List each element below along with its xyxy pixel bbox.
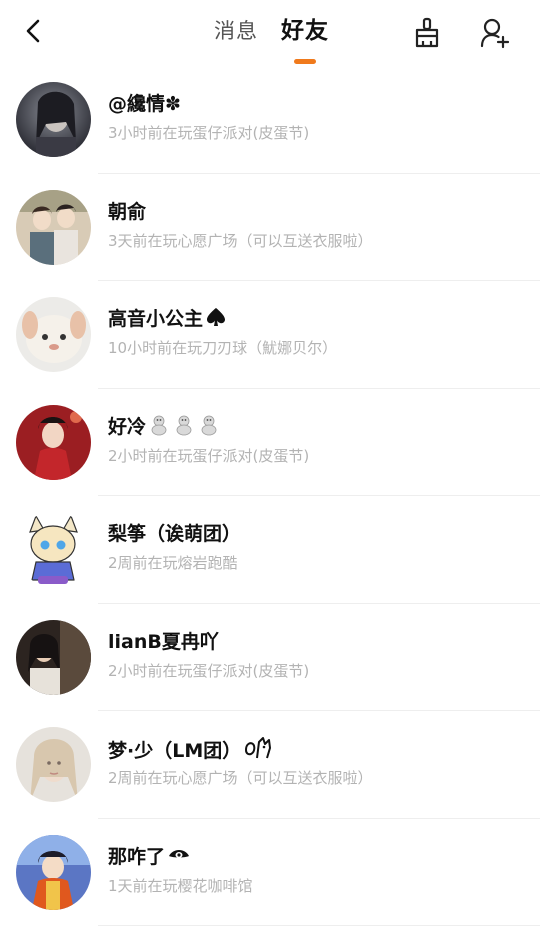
active-tab-indicator — [294, 59, 316, 64]
friend-name: 高音小公主 — [108, 306, 227, 332]
friend-status: 2周前在玩心愿广场（可以互送衣服啦） — [108, 767, 373, 789]
avatar[interactable] — [16, 190, 91, 265]
friend-row[interactable]: 梨筝（诶萌团） 2周前在玩熔岩跑酷 — [0, 496, 540, 604]
friend-status: 2小时前在玩蛋仔派对(皮蛋节) — [108, 660, 309, 682]
friend-status: 2小时前在玩蛋仔派对(皮蛋节) — [108, 445, 309, 467]
add-user-icon — [479, 17, 511, 49]
friend-status: 2周前在玩熔岩跑酷 — [108, 552, 238, 574]
friend-row[interactable]: 那咋了 1天前在玩樱花咖啡馆 — [0, 819, 540, 926]
friend-name: 梨筝（诶萌团） — [108, 521, 241, 547]
friend-name: @纔情✽ — [108, 91, 181, 117]
top-navigation-bar: 消息 好友 — [0, 0, 540, 66]
eye-icon — [167, 844, 191, 866]
avatar[interactable] — [16, 727, 91, 802]
avatar[interactable] — [16, 620, 91, 695]
friend-status: 10小时前在玩刀刃球（魷娜贝尔） — [108, 337, 337, 359]
cat-doodle-icon — [243, 736, 273, 760]
friend-row[interactable]: 高音小公主 10小时前在玩刀刃球（魷娜贝尔） — [0, 281, 540, 389]
friend-name: 朝俞 — [108, 199, 146, 225]
friend-row[interactable]: @纔情✽ 3小时前在玩蛋仔派对(皮蛋节) — [0, 66, 540, 174]
friend-name: 好冷 — [108, 414, 220, 440]
friend-name: 那咋了 — [108, 844, 191, 870]
tab-bar: 消息 好友 — [0, 0, 540, 66]
tab-messages[interactable]: 消息 — [214, 17, 258, 45]
friend-row[interactable]: lianB夏冉吖 2小时前在玩蛋仔派对(皮蛋节) — [0, 604, 540, 712]
spade-icon — [205, 306, 227, 328]
friend-row[interactable]: 梦·少（LM团） 2周前在玩心愿广场（可以互送衣服啦） — [0, 711, 540, 819]
avatar[interactable] — [16, 512, 91, 587]
friend-status: 3小时前在玩蛋仔派对(皮蛋节) — [108, 122, 309, 144]
friend-status: 1天前在玩樱花咖啡馆 — [108, 875, 253, 897]
avatar[interactable] — [16, 835, 91, 910]
friend-status: 3天前在玩心愿广场（可以互送衣服啦） — [108, 230, 373, 252]
snowman-icons — [148, 414, 220, 436]
clear-button[interactable] — [409, 13, 445, 53]
friend-name: lianB夏冉吖 — [108, 629, 219, 655]
avatar[interactable] — [16, 405, 91, 480]
friend-name: 梦·少（LM团） — [108, 736, 273, 764]
friend-list: @纔情✽ 3小时前在玩蛋仔派对(皮蛋节) 朝俞 3天前在玩心愿广场（可以互送衣服… — [0, 66, 540, 926]
friend-row[interactable]: 朝俞 3天前在玩心愿广场（可以互送衣服啦） — [0, 174, 540, 282]
avatar[interactable] — [16, 297, 91, 372]
broom-icon — [412, 17, 442, 49]
add-friend-button[interactable] — [477, 13, 513, 53]
avatar[interactable] — [16, 82, 91, 157]
tab-friends[interactable]: 好友 — [281, 17, 329, 45]
friend-row[interactable]: 好冷 2小时前在玩蛋仔派对(皮蛋节) — [0, 389, 540, 497]
